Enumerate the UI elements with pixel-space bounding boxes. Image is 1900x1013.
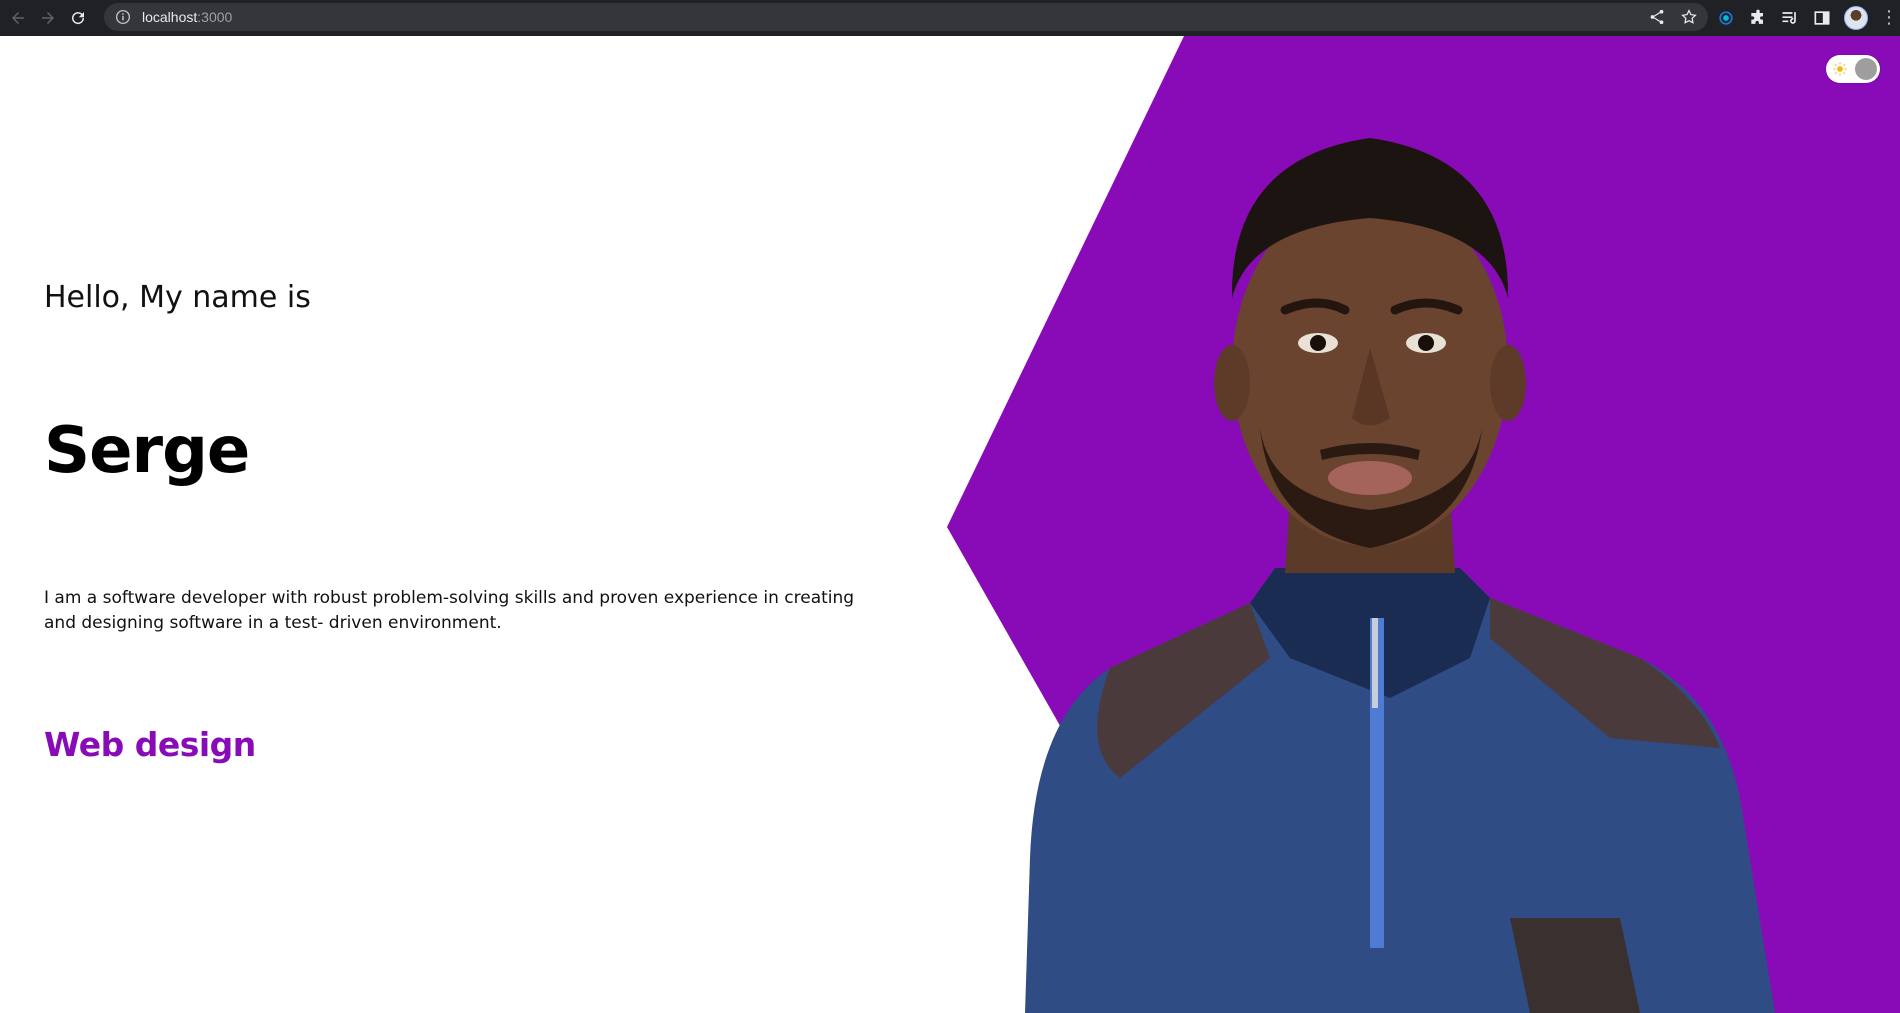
url-text: localhost:3000 bbox=[142, 9, 232, 25]
bio-text: I am a software developer with robust pr… bbox=[44, 588, 855, 633]
side-panel-icon[interactable] bbox=[1812, 8, 1832, 28]
profile-avatar[interactable] bbox=[1844, 6, 1868, 30]
back-icon[interactable] bbox=[6, 6, 30, 30]
sun-icon bbox=[1833, 62, 1847, 76]
profile-photo bbox=[1025, 138, 1775, 1013]
url-port: :3000 bbox=[197, 9, 233, 25]
address-bar[interactable]: localhost:3000 bbox=[104, 3, 1708, 31]
extension-icon[interactable] bbox=[1716, 8, 1736, 28]
forward-icon[interactable] bbox=[36, 6, 60, 30]
portfolio-page: Hello, My name is Serge I am a software … bbox=[0, 36, 1900, 1013]
share-icon[interactable] bbox=[1648, 8, 1666, 26]
greeting-text: Hello, My name is bbox=[44, 280, 311, 315]
reload-icon[interactable] bbox=[66, 6, 90, 30]
info-icon[interactable] bbox=[114, 8, 132, 26]
reading-list-icon[interactable] bbox=[1780, 8, 1800, 28]
more-menu-icon[interactable]: ⋮ bbox=[1880, 9, 1898, 27]
toggle-knob bbox=[1855, 58, 1877, 80]
bookmark-star-icon[interactable] bbox=[1680, 8, 1698, 26]
name-heading: Serge bbox=[44, 414, 250, 488]
role-text: Web design bbox=[44, 725, 256, 764]
browser-toolbar: localhost:3000 ⋮ bbox=[0, 0, 1900, 36]
theme-toggle[interactable] bbox=[1826, 55, 1880, 83]
puzzle-icon[interactable] bbox=[1748, 8, 1768, 28]
url-host: localhost bbox=[142, 9, 198, 25]
